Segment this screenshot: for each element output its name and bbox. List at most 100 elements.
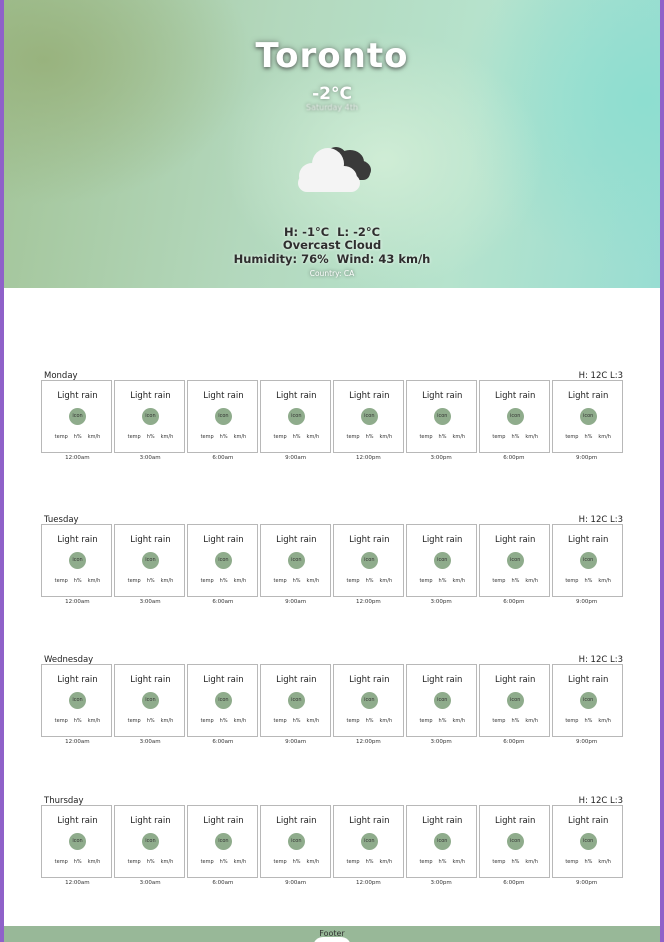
hourly-stats: temp h% km/h bbox=[188, 718, 259, 724]
hourly-stats: temp h% km/h bbox=[115, 434, 186, 440]
weather-icon: icon bbox=[141, 552, 159, 569]
weather-icon: icon bbox=[579, 408, 597, 425]
hourly-card[interactable]: Light rain icon temp h% km/h bbox=[186, 380, 259, 453]
hourly-temp: temp bbox=[54, 434, 68, 440]
weather-icon: icon bbox=[214, 408, 232, 425]
weather-icon: icon bbox=[433, 692, 451, 709]
hourly-time: 9:00pm bbox=[576, 599, 598, 605]
hourly-temp: temp bbox=[346, 718, 360, 724]
hourly-time: 9:00am bbox=[285, 739, 307, 745]
scroll-handle[interactable] bbox=[313, 937, 351, 942]
hourly-card[interactable]: Light rain icon temp h% km/h bbox=[113, 805, 186, 878]
hourly-card[interactable]: Light rain icon temp h% km/h bbox=[41, 524, 113, 597]
hourly-card[interactable]: Light rain icon temp h% km/h bbox=[405, 524, 478, 597]
hourly-card[interactable]: Light rain icon temp h% km/h bbox=[259, 664, 332, 737]
hourly-card[interactable]: Light rain icon temp h% km/h bbox=[186, 524, 259, 597]
hourly-wind: km/h bbox=[598, 859, 611, 865]
weather-icon: icon bbox=[141, 692, 159, 709]
hourly-card[interactable]: Light rain icon temp h% km/h bbox=[259, 805, 332, 878]
hourly-card[interactable]: Light rain icon temp h% km/h bbox=[405, 805, 478, 878]
hourly-card[interactable]: Light rain icon temp h% km/h bbox=[113, 524, 186, 597]
hourly-description: Light rain bbox=[276, 816, 317, 826]
hourly-card[interactable]: Light rain icon temp h% km/h bbox=[113, 380, 186, 453]
hourly-wind: km/h bbox=[452, 578, 466, 584]
hourly-stats: temp h% km/h bbox=[188, 859, 259, 865]
hourly-card[interactable]: Light rain icon temp h% km/h bbox=[332, 380, 405, 453]
hourly-card[interactable]: Light rain icon temp h% km/h bbox=[259, 524, 332, 597]
hourly-card[interactable]: Light rain icon temp h% km/h bbox=[332, 664, 405, 737]
hourly-card[interactable]: Light rain icon temp h% km/h bbox=[478, 805, 551, 878]
hourly-cards: Light rain icon temp h% km/h Light rain icon te… bbox=[41, 524, 623, 597]
hourly-card[interactable]: Light rain icon temp h% km/h bbox=[551, 664, 624, 737]
hourly-humidity: h% bbox=[292, 578, 301, 584]
hourly-description: Light rain bbox=[130, 391, 171, 401]
hourly-time: 6:00pm bbox=[503, 455, 525, 461]
hourly-card[interactable]: Light rain icon temp h% km/h bbox=[259, 380, 332, 453]
hourly-wind: km/h bbox=[525, 578, 539, 584]
hourly-card[interactable]: Light rain icon temp h% km/h bbox=[551, 805, 623, 878]
hourly-wind: km/h bbox=[379, 434, 393, 440]
weather-condition: Overcast Cloud bbox=[282, 238, 382, 252]
forecast-day: Monday H: 12C L:3 Light rain icon temp h% km/h… bbox=[41, 371, 623, 461]
hourly-temp: temp bbox=[492, 859, 506, 865]
hourly-temp: temp bbox=[346, 578, 360, 584]
hourly-stats: temp h% km/h bbox=[261, 718, 332, 724]
hourly-card[interactable]: Light rain icon temp h% km/h bbox=[478, 524, 551, 597]
hourly-card[interactable]: Light rain icon temp h% km/h bbox=[41, 380, 113, 453]
hourly-time: 9:00am bbox=[285, 455, 307, 461]
hourly-wind: km/h bbox=[306, 434, 320, 440]
hourly-temp: temp bbox=[346, 434, 360, 440]
hourly-card[interactable]: Light rain icon temp h% km/h bbox=[551, 380, 623, 453]
hourly-wind: km/h bbox=[452, 434, 466, 440]
hourly-card[interactable]: Light rain icon temp h% km/h bbox=[41, 805, 113, 878]
hourly-time: 6:00am bbox=[212, 739, 234, 745]
hourly-stats: temp h% km/h bbox=[480, 578, 551, 584]
hourly-stats: temp h% km/h bbox=[480, 859, 551, 865]
hourly-description: Light rain bbox=[203, 535, 244, 545]
hourly-card[interactable]: Light rain icon temp h% km/h bbox=[551, 524, 623, 597]
wind: Wind: 43 km/h bbox=[336, 252, 431, 266]
hourly-stats: temp h% km/h bbox=[188, 434, 259, 440]
hourly-stats: temp h% km/h bbox=[407, 718, 478, 724]
weather-icon: icon bbox=[214, 833, 232, 850]
low-temp: L: -2°C bbox=[337, 225, 381, 239]
hourly-time: 6:00pm bbox=[503, 739, 525, 745]
hourly-humidity: h% bbox=[219, 859, 228, 865]
hourly-wind: km/h bbox=[598, 578, 611, 584]
hourly-temp: temp bbox=[127, 434, 141, 440]
hourly-humidity: h% bbox=[511, 578, 520, 584]
hourly-card[interactable]: Light rain icon temp h% km/h bbox=[332, 805, 405, 878]
hourly-card[interactable]: Light rain icon temp h% km/h bbox=[478, 664, 550, 737]
hourly-card[interactable]: Light rain icon temp h% km/h bbox=[478, 380, 550, 453]
hourly-temp: temp bbox=[200, 578, 214, 584]
hourly-stats: temp h% km/h bbox=[553, 718, 624, 724]
hourly-humidity: h% bbox=[584, 859, 593, 865]
hourly-card[interactable]: Light rain icon temp h% km/h bbox=[332, 524, 405, 597]
hourly-humidity: h% bbox=[73, 859, 82, 865]
hourly-cards: Light rain icon temp h% km/h Light rain icon te… bbox=[41, 380, 623, 453]
hourly-wind: km/h bbox=[306, 859, 320, 865]
hourly-card[interactable]: Light rain icon temp h% km/h bbox=[186, 664, 259, 737]
hourly-card[interactable]: Light rain icon temp h% km/h bbox=[113, 664, 186, 737]
weather-icon: icon bbox=[287, 408, 305, 425]
hourly-wind: km/h bbox=[598, 434, 611, 440]
hourly-card[interactable]: Light rain icon temp h% km/h bbox=[405, 664, 478, 737]
hourly-time: 3:00pm bbox=[430, 739, 452, 745]
hourly-description: Light rain bbox=[422, 675, 463, 685]
country: Country: CA bbox=[309, 269, 355, 278]
hourly-time: 6:00am bbox=[212, 599, 234, 605]
hourly-temp: temp bbox=[127, 859, 141, 865]
city-name: Toronto bbox=[255, 36, 409, 76]
hourly-card[interactable]: Light rain icon temp h% km/h bbox=[405, 380, 478, 453]
hourly-wind: km/h bbox=[598, 718, 611, 724]
hourly-temp: temp bbox=[419, 434, 433, 440]
weather-icon: icon bbox=[506, 692, 524, 709]
weather-icon: icon bbox=[214, 692, 232, 709]
hourly-card[interactable]: Light rain icon temp h% km/h bbox=[41, 664, 113, 737]
hourly-card[interactable]: Light rain icon temp h% km/h bbox=[186, 805, 259, 878]
hourly-humidity: h% bbox=[73, 718, 82, 724]
hourly-description: Light rain bbox=[495, 391, 536, 401]
hourly-temp: temp bbox=[127, 718, 141, 724]
hourly-temp: temp bbox=[273, 718, 287, 724]
hourly-temp: temp bbox=[127, 578, 141, 584]
